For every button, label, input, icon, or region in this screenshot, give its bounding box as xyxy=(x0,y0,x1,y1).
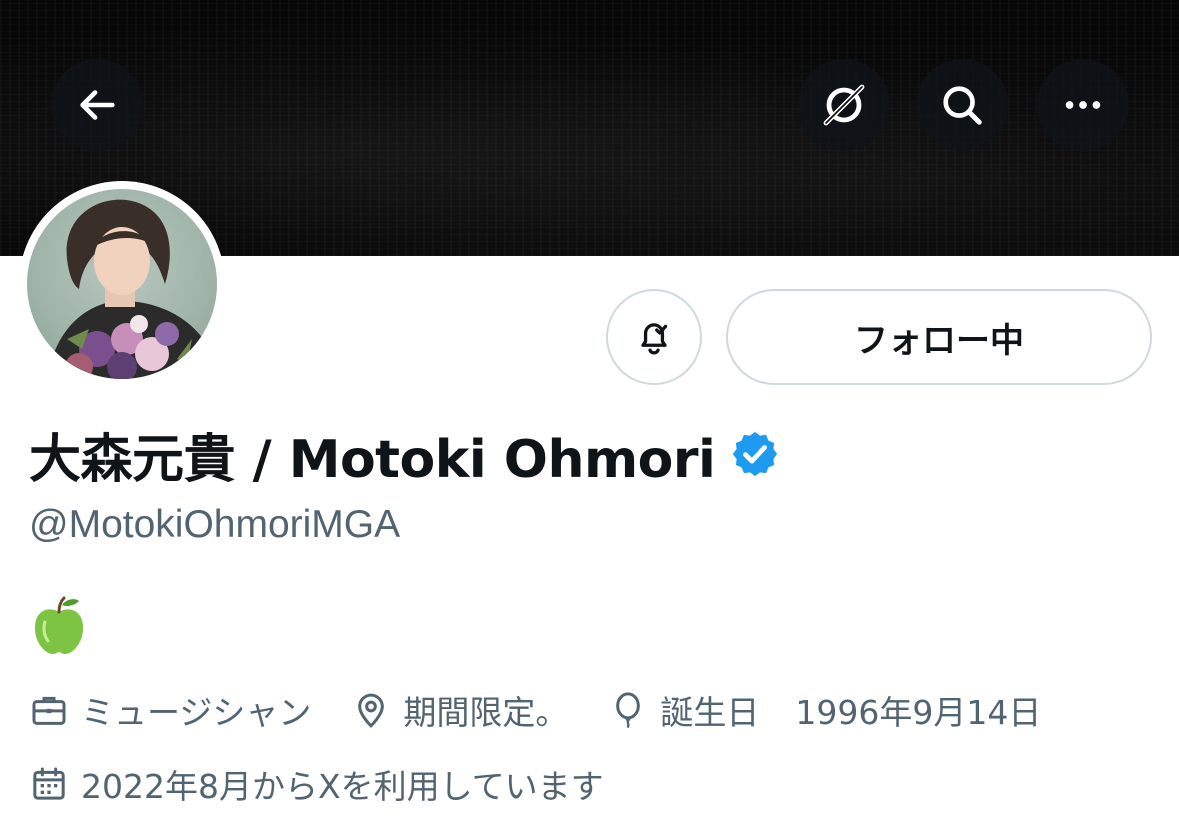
notifications-subscribed-button[interactable] xyxy=(606,289,702,385)
profile-page: フォロー中 大森元貴 / Motoki Ohmori @MotokiOhmori… xyxy=(0,0,1179,826)
grok-icon xyxy=(823,84,865,126)
name-row: 大森元貴 / Motoki Ohmori xyxy=(29,418,781,490)
profile-handle: @MotokiOhmoriMGA xyxy=(29,503,401,546)
calendar-icon xyxy=(33,767,65,800)
search-icon xyxy=(943,86,982,125)
profile-meta-row: ミュージシャン 期間限定。 誕生日 1996年9月14日 xyxy=(29,686,1081,734)
location-item: 期間限定。 xyxy=(351,686,568,734)
profession-text: ミュージシャン xyxy=(81,693,312,732)
joined-row: 2022年8月からXを利用しています xyxy=(29,760,644,808)
avatar-frame[interactable] xyxy=(19,181,225,387)
search-button[interactable] xyxy=(916,59,1008,151)
more-button[interactable] xyxy=(1037,59,1129,151)
following-button-label: フォロー中 xyxy=(854,320,1024,361)
bell-check-icon xyxy=(641,323,668,355)
birthday-value: 1996年9月14日 xyxy=(795,693,1042,732)
joined-text: 2022年8月からXを利用しています xyxy=(81,767,604,806)
birthday-label: 誕生日 xyxy=(660,693,760,732)
briefcase-icon xyxy=(32,696,66,725)
birthday-item: 誕生日 1996年9月14日 xyxy=(608,686,1041,734)
more-icon xyxy=(1065,101,1101,109)
joined-item: 2022年8月からXを利用しています xyxy=(29,760,604,808)
balloon-icon xyxy=(616,692,641,728)
location-text: 期間限定。 xyxy=(403,693,569,732)
green-apple-icon xyxy=(34,596,84,654)
back-arrow-icon xyxy=(80,90,115,120)
avatar-image xyxy=(47,199,217,379)
verified-badge-icon[interactable] xyxy=(729,428,781,480)
following-button[interactable]: フォロー中 xyxy=(726,289,1152,385)
location-pin-icon xyxy=(358,693,385,728)
display-name: 大森元貴 / Motoki Ohmori xyxy=(29,429,716,490)
avatar[interactable] xyxy=(27,189,217,379)
back-button[interactable] xyxy=(51,59,143,151)
grok-button[interactable] xyxy=(798,59,890,151)
profession-item: ミュージシャン xyxy=(29,686,311,734)
